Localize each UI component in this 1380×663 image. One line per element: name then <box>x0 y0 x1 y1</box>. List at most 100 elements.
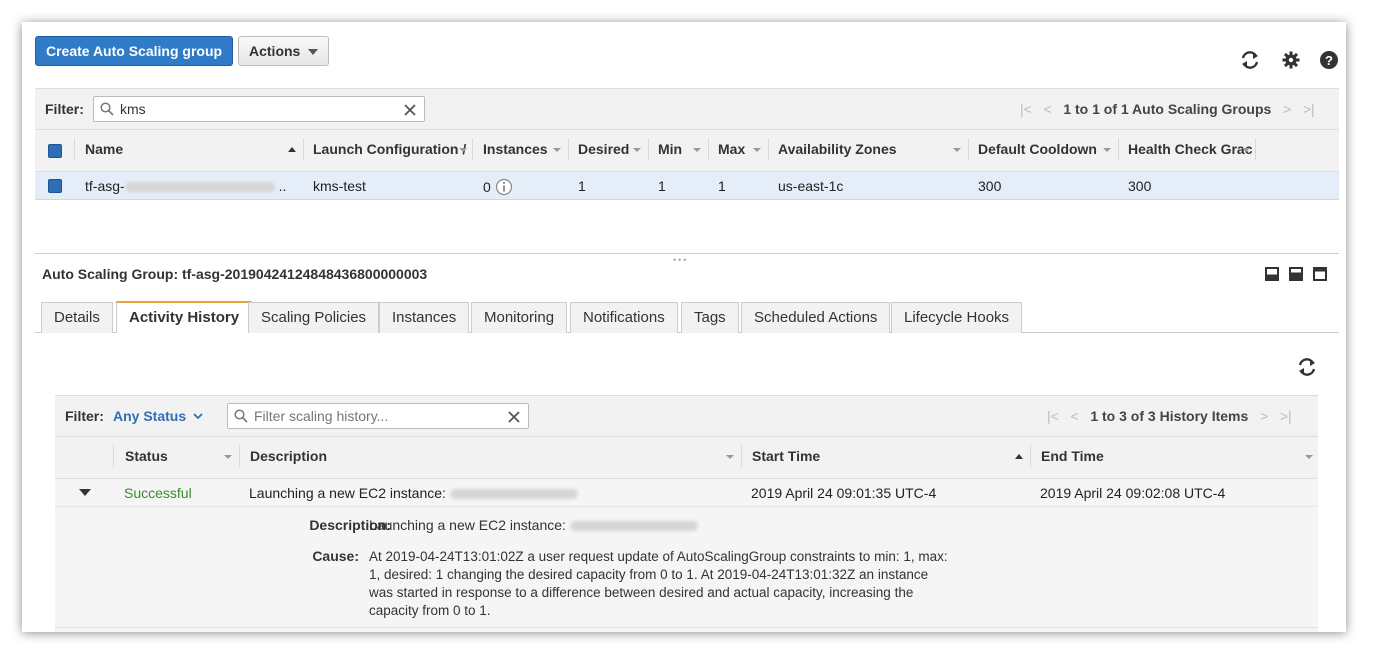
tab-lifecycle-hooks[interactable]: Lifecycle Hooks <box>891 302 1023 333</box>
row-start-time: 2019 April 24 09:01:35 UTC-4 <box>751 485 937 501</box>
details-panel-title: Auto Scaling Group: tf-asg-2019042412484… <box>42 266 428 282</box>
actions-button[interactable]: Actions <box>238 36 330 66</box>
tab-scaling-policies[interactable]: Scaling Policies <box>248 302 380 333</box>
row-health-grace: 300 <box>1128 178 1152 194</box>
history-filter-bar: Filter: Any Status |< < 1 to 3 of 3 Hist… <box>55 395 1318 437</box>
row-instances-value: 0 <box>483 179 491 195</box>
row-instances: 0 <box>483 178 513 196</box>
clear-icon[interactable] <box>404 104 416 116</box>
sort-asc-icon <box>1015 454 1023 459</box>
history-filter-label: Filter: <box>65 408 104 424</box>
cause-line: At 2019-04-24T13:01:02Z a user request u… <box>369 549 948 564</box>
layout-full-icon[interactable] <box>1313 267 1327 281</box>
next-page-icon[interactable]: > <box>1260 408 1268 424</box>
layout-bottom-icon[interactable] <box>1265 267 1279 281</box>
groups-table-header: Name Launch Configuration / Instances De… <box>35 130 1339 172</box>
refresh-history-icon[interactable] <box>1296 356 1318 378</box>
cause-line: was started in response to a difference … <box>369 585 914 600</box>
groups-search-box[interactable] <box>93 96 425 122</box>
history-pager: |< < 1 to 3 of 3 History Items > >| <box>1047 408 1292 424</box>
search-icon <box>234 409 248 423</box>
table-row[interactable]: Successful Launching a new EC2 instance:… <box>55 479 1318 507</box>
cause-line: capacity from 0 to 1. <box>369 603 491 618</box>
last-page-icon[interactable]: >| <box>1303 101 1315 117</box>
prev-page-icon[interactable]: < <box>1070 408 1078 424</box>
resize-handle-icon[interactable]: ••• <box>673 255 688 265</box>
row-checkbox[interactable] <box>48 179 62 193</box>
row-max: 1 <box>718 178 726 194</box>
detail-description-value: Launching a new EC2 instance: <box>369 517 698 533</box>
tab-instances[interactable]: Instances <box>379 302 470 333</box>
col-launch-config-label: Launch Configuration / <box>313 141 467 157</box>
history-search-box[interactable] <box>227 403 529 429</box>
clear-icon[interactable] <box>508 411 520 423</box>
col-min[interactable]: Min <box>658 130 682 171</box>
col-health-grace-label: Health Check Grac <box>1128 141 1253 157</box>
col-instances[interactable]: Instances <box>483 130 548 171</box>
row-name-prefix: tf-asg- <box>85 178 125 194</box>
row-cooldown: 300 <box>978 178 1002 194</box>
next-page-icon[interactable]: > <box>1283 101 1291 117</box>
create-auto-scaling-group-button[interactable]: Create Auto Scaling group <box>35 36 234 66</box>
refresh-icon[interactable] <box>1239 49 1261 71</box>
groups-pager-text: 1 to 1 of 1 Auto Scaling Groups <box>1063 101 1272 117</box>
col-end-time-label: End Time <box>1041 448 1104 464</box>
col-health-grace[interactable]: Health Check Grac <box>1128 130 1253 171</box>
gear-icon[interactable] <box>1280 49 1302 71</box>
history-table-header: Status Description Start Time End Time <box>55 437 1318 479</box>
col-name[interactable]: Name <box>85 130 123 171</box>
tab-activity-history[interactable]: Activity History <box>116 301 253 333</box>
select-all-checkbox[interactable] <box>48 144 62 158</box>
actions-label: Actions <box>249 43 301 59</box>
status-dropdown[interactable]: Any Status <box>113 408 203 424</box>
help-icon[interactable]: ? <box>1318 49 1340 71</box>
tab-notifications[interactable]: Notifications <box>570 302 678 333</box>
chevron-down-icon <box>308 49 319 56</box>
col-name-label: Name <box>85 141 124 157</box>
row-status: Successful <box>124 485 192 501</box>
tab-tags[interactable]: Tags <box>681 302 739 333</box>
search-icon <box>100 102 114 116</box>
row-min: 1 <box>658 178 666 194</box>
col-desired[interactable]: Desired <box>578 130 629 171</box>
layout-split-icon[interactable] <box>1289 267 1303 281</box>
first-page-icon[interactable]: |< <box>1020 101 1032 117</box>
col-start-time[interactable]: Start Time <box>752 437 820 478</box>
tab-scheduled-actions[interactable]: Scheduled Actions <box>741 302 891 333</box>
col-zones[interactable]: Availability Zones <box>778 130 897 171</box>
collapse-icon[interactable] <box>79 489 91 497</box>
groups-pager: |< < 1 to 1 of 1 Auto Scaling Groups > >… <box>1020 101 1315 117</box>
panel-divider[interactable] <box>35 253 1339 254</box>
col-min-label: Min <box>658 141 683 157</box>
last-page-icon[interactable]: >| <box>1280 408 1292 424</box>
chevron-down-icon <box>193 413 203 420</box>
col-max[interactable]: Max <box>718 130 745 171</box>
col-cooldown[interactable]: Default Cooldown <box>978 130 1097 171</box>
row-name: tf-asg- .. <box>85 178 286 194</box>
row-desired: 1 <box>578 178 586 194</box>
tab-details[interactable]: Details <box>41 302 113 333</box>
row-end-time: 2019 April 24 09:02:08 UTC-4 <box>1040 485 1226 501</box>
col-zones-label: Availability Zones <box>778 141 897 157</box>
info-icon[interactable] <box>495 178 513 196</box>
col-cooldown-label: Default Cooldown <box>978 141 1097 157</box>
col-start-time-label: Start Time <box>752 448 821 464</box>
col-end-time[interactable]: End Time <box>1041 437 1104 478</box>
first-page-icon[interactable]: |< <box>1047 408 1059 424</box>
prev-page-icon[interactable]: < <box>1043 101 1051 117</box>
col-status[interactable]: Status <box>125 437 168 478</box>
row-zones: us-east-1c <box>778 178 844 194</box>
table-row[interactable]: tf-asg- .. kms-test 0 1 1 1 us-east-1c 3… <box>35 172 1339 200</box>
groups-filter-bar: Filter: |< < 1 to 1 of 1 Auto Scaling Gr… <box>35 88 1339 130</box>
detail-cause-text: At 2019-04-24T13:01:02Z a user request u… <box>369 548 969 620</box>
history-search-input[interactable] <box>252 406 502 426</box>
col-description[interactable]: Description <box>250 437 327 478</box>
col-launch-config[interactable]: Launch Configuration / <box>313 130 466 171</box>
tab-monitoring[interactable]: Monitoring <box>471 302 568 333</box>
history-detail: Description: Launching a new EC2 instanc… <box>55 507 1318 632</box>
filter-label: Filter: <box>45 101 84 117</box>
groups-search-input[interactable] <box>118 99 388 119</box>
app-window: Create Auto Scaling group Actions ? Filt… <box>22 22 1346 632</box>
row-description-text: Launching a new EC2 instance: <box>249 485 446 501</box>
cause-line: 1, desired: 1 changing the desired capac… <box>369 567 929 582</box>
